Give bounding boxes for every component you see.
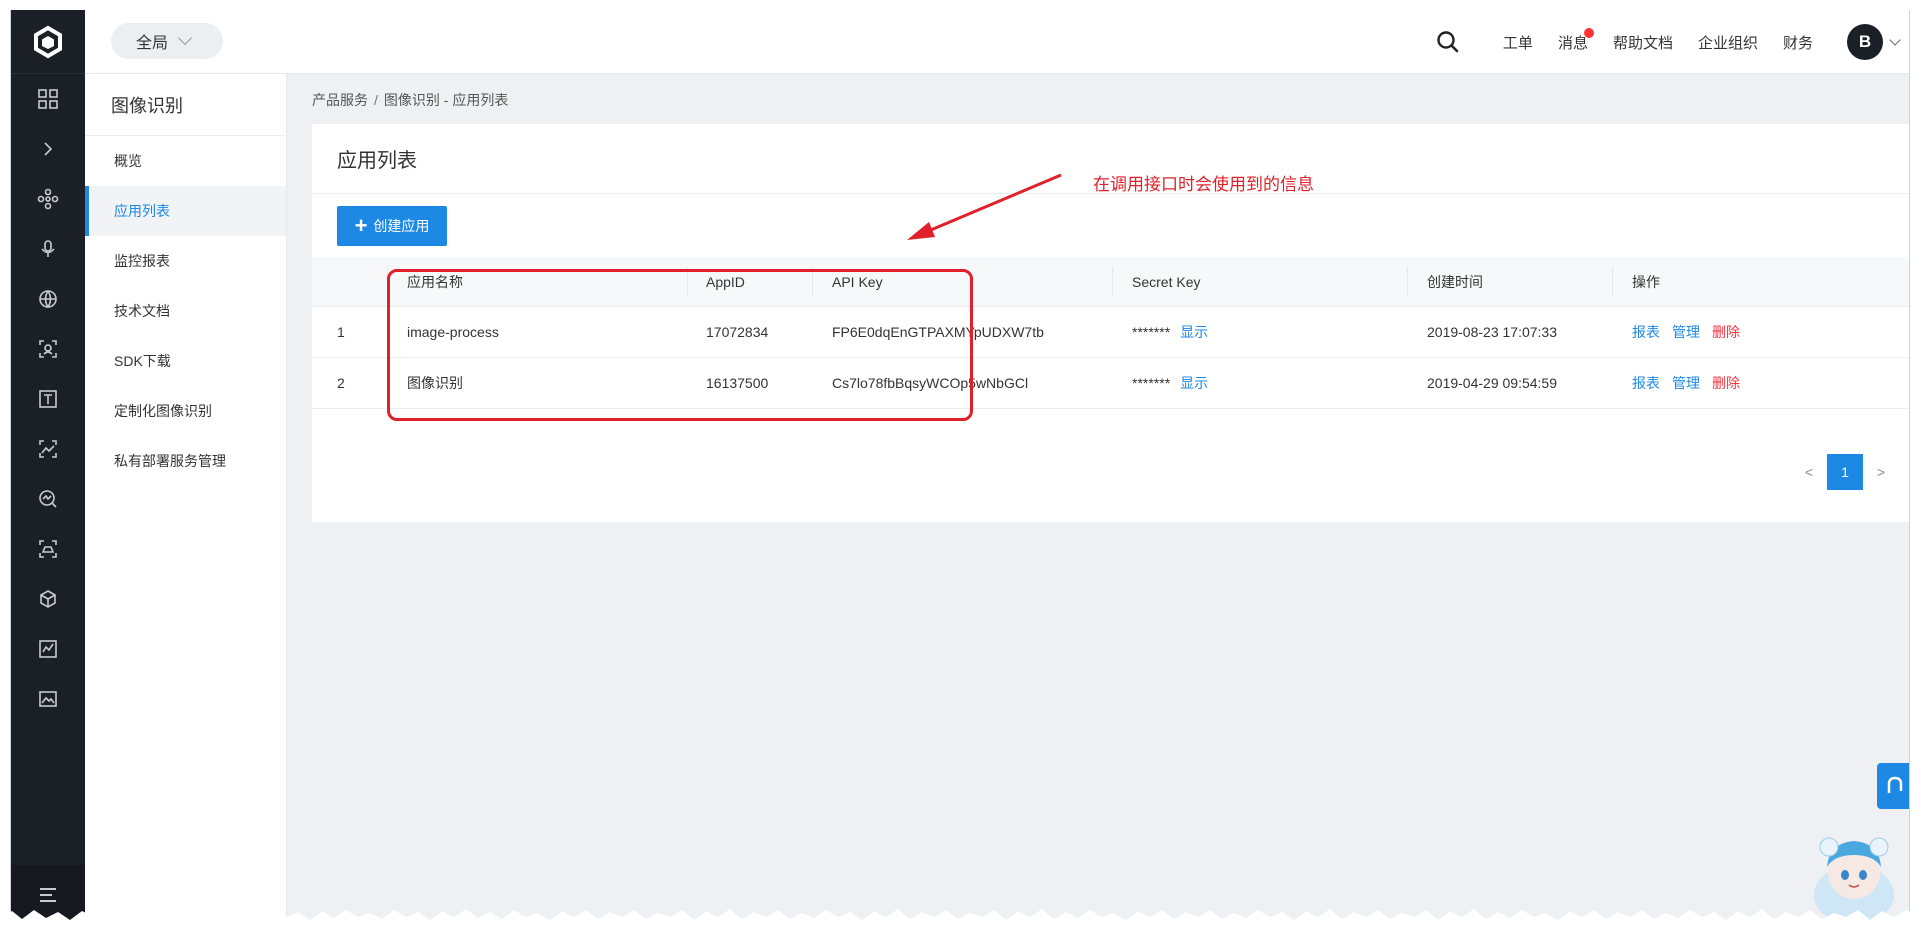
- nodes-icon[interactable]: [11, 174, 85, 224]
- pagination: < 1 >: [1791, 454, 1899, 490]
- text-recognition-icon[interactable]: [11, 374, 85, 424]
- cube-icon[interactable]: [11, 574, 85, 624]
- sidebar-item-custom-recognition[interactable]: 定制化图像识别: [85, 386, 286, 436]
- annotation-text: 在调用接口时会使用到的信息: [1093, 175, 1314, 195]
- expand-chevron-icon[interactable]: [11, 124, 85, 174]
- breadcrumb-current: 图像识别 - 应用列表: [383, 92, 509, 108]
- secret-key-masked: *******: [1132, 375, 1171, 391]
- top-right-nav: 工单 消息 帮助文档 企业组织 财务 B: [1418, 10, 1909, 74]
- torn-edge-decoration: [0, 909, 1920, 935]
- manage-link[interactable]: 管理: [1672, 322, 1700, 342]
- sidebar-title: 图像识别: [85, 74, 286, 136]
- create-app-button[interactable]: + 创建应用: [337, 206, 447, 246]
- chevron-down-icon: [177, 30, 193, 46]
- landscape-icon[interactable]: [11, 674, 85, 724]
- chart-box-icon[interactable]: [11, 624, 85, 674]
- row-operations: 报表 管理 删除: [1632, 358, 1752, 408]
- nav-link-tickets[interactable]: 工单: [1503, 32, 1533, 53]
- microphone-icon[interactable]: [11, 224, 85, 274]
- product-sidebar: 图像识别 概览 应用列表 监控报表 技术文档 SDK下载 定制化图像识别 私有部…: [85, 74, 287, 925]
- manage-link[interactable]: 管理: [1672, 373, 1700, 393]
- secret-key-masked: *******: [1132, 324, 1171, 340]
- row-index: 2: [337, 375, 345, 391]
- app-window: 全局 工单 消息 帮助文档 企业组织 财务 B 图像识别 概览 应用列表 监控报…: [10, 10, 1910, 925]
- breadcrumb-separator: /: [374, 92, 378, 108]
- sidebar-item-monitoring[interactable]: 监控报表: [85, 236, 286, 286]
- show-secret-link[interactable]: 显示: [1180, 373, 1208, 393]
- sidebar-item-tech-docs[interactable]: 技术文档: [85, 286, 286, 336]
- row-index: 1: [337, 324, 345, 340]
- unread-badge: [1583, 27, 1594, 38]
- show-secret-link[interactable]: 显示: [1180, 322, 1208, 342]
- header-secret-key: Secret Key: [1132, 273, 1201, 290]
- nav-link-organization[interactable]: 企业组织: [1698, 32, 1758, 53]
- secret-key-cell: ******* 显示: [1132, 358, 1208, 408]
- breadcrumb-root[interactable]: 产品服务: [312, 92, 368, 108]
- avatar[interactable]: B: [1847, 24, 1883, 60]
- breadcrumb: 产品服务 / 图像识别 - 应用列表: [312, 90, 508, 110]
- nav-link-finance[interactable]: 财务: [1783, 32, 1813, 53]
- create-app-label: 创建应用: [373, 218, 430, 234]
- created-time-value: 2019-08-23 17:07:33: [1427, 324, 1557, 340]
- delete-link[interactable]: 删除: [1712, 322, 1740, 342]
- plus-icon: +: [354, 213, 368, 238]
- page-number-current[interactable]: 1: [1827, 454, 1863, 490]
- nav-link-help-docs[interactable]: 帮助文档: [1613, 32, 1673, 53]
- delete-link[interactable]: 删除: [1712, 373, 1740, 393]
- created-time-value: 2019-04-29 09:54:59: [1427, 375, 1557, 391]
- sidebar-item-sdk-download[interactable]: SDK下载: [85, 336, 286, 386]
- globe-icon[interactable]: [11, 274, 85, 324]
- sidebar-item-private-deploy[interactable]: 私有部署服务管理: [85, 436, 286, 486]
- scope-selector[interactable]: 全局: [111, 23, 223, 59]
- top-bar: 全局 工单 消息 帮助文档 企业组织 财务 B: [85, 10, 1909, 74]
- row-operations: 报表 管理 删除: [1632, 307, 1752, 357]
- scope-label: 全局: [136, 35, 169, 52]
- nav-link-messages-label: 消息: [1557, 34, 1588, 52]
- image-search-icon[interactable]: [11, 474, 85, 524]
- report-link[interactable]: 报表: [1632, 373, 1660, 393]
- secret-key-cell: ******* 显示: [1132, 307, 1208, 357]
- image-scan-icon[interactable]: [11, 424, 85, 474]
- dashboard-grid-icon[interactable]: [11, 74, 85, 124]
- next-page-button[interactable]: >: [1863, 464, 1899, 480]
- report-link[interactable]: 报表: [1632, 322, 1660, 342]
- face-scan-icon[interactable]: [11, 324, 85, 374]
- chevron-down-icon[interactable]: [1889, 34, 1901, 46]
- prev-page-button[interactable]: <: [1791, 464, 1827, 480]
- highlight-box: [387, 269, 973, 421]
- sidebar-item-overview[interactable]: 概览: [85, 136, 286, 186]
- vehicle-scan-icon[interactable]: [11, 524, 85, 574]
- search-icon[interactable]: [1418, 30, 1478, 54]
- header-created-time: 创建时间: [1427, 273, 1483, 290]
- header-operations: 操作: [1632, 273, 1660, 290]
- customer-service-button[interactable]: [1877, 763, 1909, 809]
- brand-logo-icon[interactable]: [11, 10, 85, 74]
- nav-link-messages[interactable]: 消息: [1557, 27, 1594, 53]
- main-content: 产品服务 / 图像识别 - 应用列表 应用列表 + 创建应用 应用名称 AppID …: [287, 74, 1909, 925]
- icon-rail: [11, 10, 85, 925]
- sidebar-item-app-list[interactable]: 应用列表: [85, 186, 286, 236]
